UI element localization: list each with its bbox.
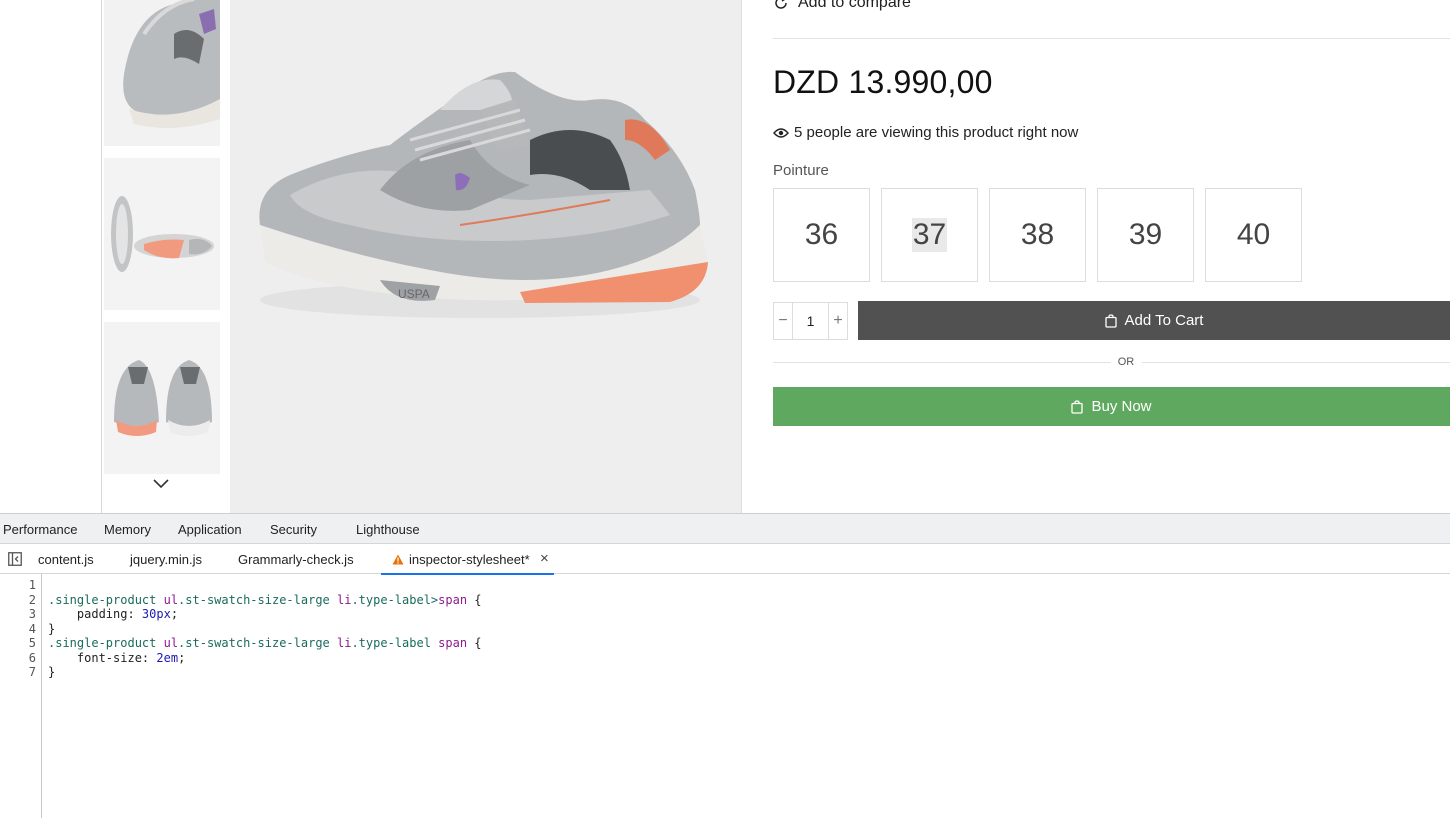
- size-value: 40: [1236, 218, 1271, 251]
- shopping-bag-icon: [1071, 399, 1084, 414]
- shopping-bag-icon: [1104, 313, 1117, 328]
- main-product-image[interactable]: USPA: [230, 0, 741, 513]
- css-selector: .type-label>: [351, 593, 439, 607]
- thumbnail-3[interactable]: [104, 322, 220, 474]
- css-brace: {: [467, 636, 482, 650]
- line-number-gutter: 1 2 3 4 5 6 7: [0, 574, 42, 818]
- line-number: 4: [28, 622, 36, 636]
- css-selector: .single-product: [48, 593, 164, 607]
- file-tab-grammarly[interactable]: Grammarly-check.js: [238, 552, 354, 567]
- svg-text:USPA: USPA: [398, 287, 430, 301]
- tab-security[interactable]: Security: [270, 522, 317, 537]
- thumbnail-1[interactable]: [104, 0, 220, 146]
- size-value: 38: [1020, 218, 1055, 251]
- add-to-cart-label: Add To Cart: [1124, 312, 1204, 329]
- line-number: 1: [28, 578, 36, 592]
- file-tab-content-js[interactable]: content.js: [38, 552, 94, 567]
- qty-increase-button[interactable]: +: [829, 303, 847, 339]
- live-viewers: 5 people are viewing this product right …: [773, 124, 1078, 141]
- thumbnail-2[interactable]: [104, 158, 220, 310]
- size-label: Pointure: [773, 162, 829, 179]
- size-value: 36: [804, 218, 839, 251]
- css-semicolon: ;: [178, 651, 186, 665]
- quantity-stepper: − 1 +: [773, 302, 848, 340]
- css-semicolon: ;: [170, 607, 179, 621]
- tab-lighthouse[interactable]: Lighthouse: [356, 522, 420, 537]
- refresh-icon: [775, 0, 787, 9]
- devtools-panel: Performance Memory Application Security …: [0, 513, 1450, 818]
- tab-application[interactable]: Application: [178, 522, 242, 537]
- css-tag: li: [337, 593, 352, 607]
- chevron-down-icon[interactable]: [151, 474, 171, 494]
- css-selector: .type-label: [351, 636, 439, 650]
- css-brace: {: [467, 593, 482, 607]
- size-option[interactable]: 37: [881, 188, 978, 282]
- code-line: }: [48, 622, 56, 636]
- css-tag: span: [438, 593, 468, 607]
- code-line: .single-product ul.st-swatch-size-large …: [48, 636, 482, 650]
- add-to-compare-link[interactable]: Add to compare: [773, 0, 911, 13]
- code-line: padding: 30px;: [48, 607, 178, 621]
- or-text: OR: [1110, 356, 1142, 368]
- css-selector: .single-product: [48, 636, 164, 650]
- tab-memory[interactable]: Memory: [104, 522, 151, 537]
- line-number: 2: [28, 593, 36, 607]
- code-line: .single-product ul.st-swatch-size-large …: [48, 593, 482, 607]
- viewers-text: 5 people are viewing this product right …: [794, 124, 1079, 141]
- file-tab-inspector-stylesheet[interactable]: inspector-stylesheet*: [381, 552, 554, 575]
- buy-now-label: Buy Now: [1091, 398, 1152, 415]
- product-info: Add to compare DZD 13.990,00 5 people ar…: [773, 0, 1450, 513]
- code-editor[interactable]: 1 2 3 4 5 6 7 .single-product ul.st-swat…: [0, 574, 1450, 818]
- eye-icon: [773, 127, 789, 138]
- sidebar-toggle-icon[interactable]: [8, 552, 22, 566]
- quantity-input[interactable]: 1: [793, 313, 828, 329]
- line-number: 6: [28, 651, 36, 665]
- css-tag: ul: [163, 593, 179, 607]
- size-value: 37: [911, 218, 948, 252]
- product-price: DZD 13.990,00: [773, 64, 993, 100]
- line-number: 7: [28, 665, 36, 679]
- size-option[interactable]: 40: [1205, 188, 1302, 282]
- tab-performance[interactable]: Performance: [3, 522, 77, 537]
- divider: [773, 38, 1450, 39]
- size-option[interactable]: 39: [1097, 188, 1194, 282]
- qty-decrease-button[interactable]: −: [774, 303, 792, 339]
- source-file-tabs: content.js jquery.min.js Grammarly-check…: [0, 544, 1450, 575]
- file-tab-jquery[interactable]: jquery.min.js: [130, 552, 202, 567]
- css-tag: ul: [163, 636, 179, 650]
- size-swatches: 36 37 38 39 40: [773, 188, 1302, 282]
- product-page: USPA Add to compare DZD 13.990,00 5 peop…: [0, 0, 1450, 513]
- css-selector: .st-swatch-size-large: [178, 636, 337, 650]
- size-option[interactable]: 38: [989, 188, 1086, 282]
- css-selector: .st-swatch-size-large: [178, 593, 337, 607]
- gallery-divider: [101, 0, 102, 513]
- css-value: 30px: [141, 607, 171, 621]
- buy-now-button[interactable]: Buy Now: [773, 387, 1450, 426]
- css-tag: span: [438, 636, 468, 650]
- css-value: 2em: [156, 651, 179, 665]
- size-value: 39: [1128, 218, 1163, 251]
- line-number: 3: [28, 607, 36, 621]
- line-number: 5: [28, 636, 36, 650]
- code-line: font-size: 2em;: [48, 651, 185, 665]
- css-tag: li: [337, 636, 352, 650]
- size-option[interactable]: 36: [773, 188, 870, 282]
- css-property: font-size:: [48, 651, 157, 665]
- file-tab-label: inspector-stylesheet*: [409, 552, 530, 567]
- close-icon[interactable]: ×: [540, 550, 549, 567]
- image-divider: [741, 0, 742, 513]
- devtools-panel-tabs: Performance Memory Application Security …: [0, 514, 1450, 544]
- css-property: padding:: [48, 607, 142, 621]
- compare-label: Add to compare: [798, 0, 911, 11]
- code-line: }: [48, 665, 56, 679]
- warning-icon: [392, 554, 404, 565]
- add-to-cart-button[interactable]: Add To Cart: [858, 301, 1450, 340]
